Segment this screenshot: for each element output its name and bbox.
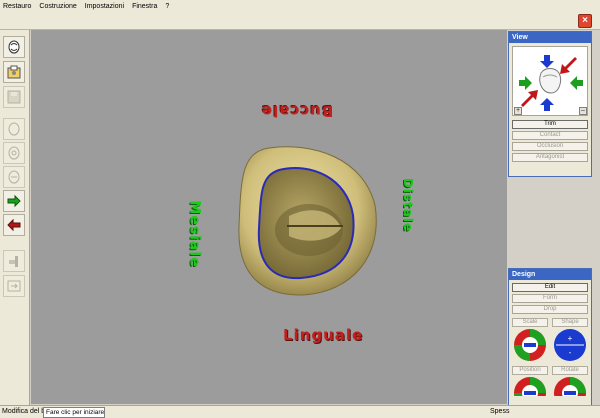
scale-label: Scale	[512, 318, 548, 327]
tool-button[interactable]	[3, 250, 25, 272]
arrow-diagonal-icon-1[interactable]	[560, 57, 577, 74]
tooth-outline-icon	[8, 122, 20, 136]
menu-costruzione[interactable]: Costruzione	[39, 0, 76, 13]
trim-button[interactable]: Trim	[512, 120, 588, 129]
tool-icon	[9, 256, 18, 267]
label-buccale: Buccale	[261, 102, 334, 120]
tooth-view-button-1[interactable]	[3, 118, 25, 140]
status-bar: Modifica del bo Fare clic per iniziare..…	[0, 405, 600, 418]
tooth-outline-icon	[8, 146, 20, 160]
antagonist-button[interactable]: Antagonist	[512, 153, 588, 162]
shape-wheel[interactable]: + -	[552, 328, 588, 362]
status-hint-field: Fare clic per iniziare...	[43, 407, 105, 418]
scale-shape-controls: + -	[512, 328, 588, 362]
previous-button[interactable]	[3, 214, 25, 236]
arrow-down-icon[interactable]	[540, 55, 554, 68]
zoom-out-button[interactable]: –	[579, 107, 587, 115]
label-linguale: Linguale	[283, 326, 364, 344]
scale-shape-labels: Scale Shape	[512, 318, 588, 327]
navigator-arrows	[519, 55, 583, 111]
scale-wheel[interactable]	[512, 328, 548, 362]
close-button[interactable]: ×	[578, 14, 592, 28]
position-label: Position	[512, 366, 548, 375]
app-window: Restauro Costruzione Impostazioni Finest…	[0, 0, 600, 418]
tooth-icon	[8, 40, 20, 54]
label-mesiale: Mesiale	[186, 200, 203, 268]
title-strip: ×	[0, 13, 600, 30]
position-rotate-labels: Position Rotate	[512, 366, 588, 375]
export-button[interactable]	[3, 275, 25, 297]
left-toolbar	[0, 30, 30, 405]
zoom-in-button[interactable]: +	[514, 107, 522, 115]
position-wheel[interactable]	[512, 376, 548, 396]
arrow-up-icon[interactable]	[540, 98, 554, 111]
rotate-wheel[interactable]	[552, 376, 588, 396]
form-button[interactable]: Form	[512, 294, 588, 303]
rotate-label: Rotate	[552, 366, 588, 375]
next-button[interactable]	[3, 190, 25, 212]
menu-restauro[interactable]: Restauro	[3, 0, 31, 13]
position-rotate-controls	[512, 376, 588, 396]
label-distale: Distale	[401, 177, 416, 233]
open-folder-icon	[7, 65, 21, 79]
scale-wheel-icon	[514, 329, 546, 361]
3d-viewport[interactable]: Buccale Mesiale Distale Linguale	[31, 30, 507, 404]
save-button[interactable]	[3, 86, 25, 108]
drop-button[interactable]: Drop	[512, 305, 588, 314]
shape-label: Shape	[552, 318, 588, 327]
position-wheel-icon	[514, 377, 546, 396]
arrow-left-red-icon	[7, 218, 21, 232]
arrow-right-icon[interactable]	[519, 76, 532, 90]
edit-button[interactable]: Edit	[512, 283, 588, 292]
menu-bar: Restauro Costruzione Impostazioni Finest…	[0, 0, 600, 13]
tooth-view-button-3[interactable]	[3, 166, 25, 188]
tooth-icon	[539, 68, 562, 94]
menu-impostazioni[interactable]: Impostazioni	[85, 0, 124, 13]
tooth-outline-icon	[8, 170, 20, 184]
rotate-wheel-icon	[554, 377, 586, 396]
arrow-left-icon[interactable]	[570, 76, 583, 90]
save-icon	[7, 90, 21, 104]
export-icon	[7, 280, 21, 292]
view-panel-title: View	[509, 32, 591, 43]
tooth-model	[238, 146, 377, 296]
view-navigator[interactable]: + –	[512, 46, 588, 116]
status-thickness: Spess	[490, 408, 510, 415]
design-panel: Design Edit Form Drop Scale Shape + - Po…	[508, 268, 592, 418]
shape-plus: +	[567, 333, 573, 343]
arrow-right-green-icon	[7, 194, 21, 208]
shape-minus: -	[568, 347, 572, 357]
design-panel-title: Design	[509, 269, 591, 280]
occlusion-button[interactable]: Occlusion	[512, 142, 588, 151]
open-button[interactable]	[3, 61, 25, 83]
tooth-button[interactable]	[3, 36, 25, 58]
contact-button[interactable]: Contact	[512, 131, 588, 140]
arrow-diagonal-icon-2[interactable]	[521, 90, 538, 107]
menu-help[interactable]: ?	[165, 0, 169, 13]
menu-finestra[interactable]: Finestra	[132, 0, 157, 13]
view-panel: View + – Trim Contact Occlusion Antagoni…	[508, 31, 592, 177]
tooth-view-button-2[interactable]	[3, 142, 25, 164]
